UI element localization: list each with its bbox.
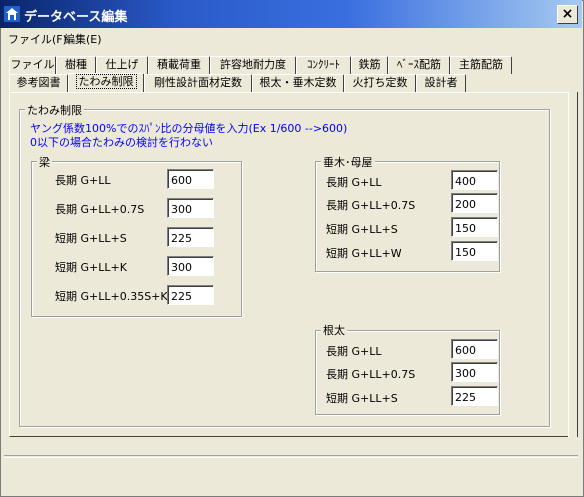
tab-designer[interactable]: 設計者	[416, 74, 466, 92]
tab-concrete[interactable]: ｺﾝｸﾘｰﾄ	[296, 56, 351, 74]
tab-brace-constants[interactable]: 火打ち定数	[344, 74, 416, 92]
tab-label: ﾍﾞｰｽ配筋	[397, 58, 441, 71]
status-separator	[4, 455, 578, 458]
rafter-row-label: 長期 G+LL	[326, 176, 382, 189]
deflection-group-title: たわみ制限	[25, 102, 84, 118]
tab-bearing-capacity[interactable]: 許容地耐力度	[210, 56, 296, 74]
beam-short-g-ll-s-input[interactable]	[167, 227, 214, 247]
tab-label: 設計者	[424, 76, 458, 89]
joist-row-label: 長期 G+LL+0.7S	[326, 368, 416, 381]
tab-label: ｺﾝｸﾘｰﾄ	[307, 58, 340, 71]
beam-row-label: 短期 G+LL+S	[55, 232, 127, 245]
beam-row-label: 短期 G+LL+0.35S+K	[55, 290, 168, 303]
app-house-icon	[4, 6, 20, 22]
rafter-long-g-ll-input[interactable]	[451, 170, 498, 190]
joist-row-label: 長期 G+LL	[326, 345, 382, 358]
tab-label: 根太・垂木定数	[259, 76, 337, 89]
tab-references[interactable]: 参考図書	[9, 74, 68, 92]
close-button[interactable]: ×	[557, 5, 578, 24]
joist-group-title: 根太	[321, 322, 347, 338]
joist-long-g-ll-07s-input[interactable]	[451, 362, 498, 382]
tab-file[interactable]: ファイル	[9, 56, 56, 74]
joist-row-label: 短期 G+LL+S	[326, 392, 398, 405]
rafter-row-label: 長期 G+LL+0.7S	[326, 199, 416, 212]
tab-joist-constants[interactable]: 根太・垂木定数	[252, 74, 344, 92]
panel-edge	[568, 92, 578, 437]
beam-long-g-ll-07s-input[interactable]	[167, 198, 214, 218]
menu-file[interactable]: ファイル(F)	[8, 31, 67, 47]
tab-label: 積載荷重	[157, 58, 201, 71]
rafter-row-label: 短期 G+LL+S	[326, 223, 398, 236]
tab-finish[interactable]: 仕上げ	[96, 56, 148, 74]
beam-group-title: 梁	[37, 154, 52, 170]
tab-species[interactable]: 樹種	[56, 56, 96, 74]
rafter-group-title: 垂木･母屋	[321, 154, 375, 170]
tab-deflection[interactable]: たわみ制限	[68, 73, 144, 93]
tab-label: 鉄筋	[358, 58, 381, 71]
menu-bar: ファイル(F) 編集(E)	[0, 28, 582, 48]
joist-long-g-ll-input[interactable]	[451, 339, 498, 359]
tab-label: 剛性設計面材定数	[154, 76, 242, 89]
tab-label: 樹種	[65, 58, 87, 71]
menu-edit[interactable]: 編集(E)	[64, 31, 102, 47]
tab-label: 火打ち定数	[352, 76, 408, 89]
beam-row-label: 短期 G+LL+K	[55, 261, 127, 274]
window-title: データベース編集	[24, 10, 128, 25]
rafter-short-g-ll-s-input[interactable]	[451, 217, 498, 237]
beam-short-g-ll-k-input[interactable]	[167, 256, 214, 276]
tab-label: 仕上げ	[105, 58, 139, 71]
beam-long-g-ll-input[interactable]	[167, 169, 214, 189]
tab-rebar[interactable]: 鉄筋	[351, 56, 388, 74]
tab-main-rebar[interactable]: 主筋配筋	[450, 56, 512, 74]
tab-rigidity[interactable]: 剛性設計面材定数	[144, 74, 252, 92]
rafter-row-label: 短期 G+LL+W	[326, 247, 402, 260]
rafter-long-g-ll-07s-input[interactable]	[451, 193, 498, 213]
tab-label: 許容地耐力度	[220, 58, 286, 71]
title-bar[interactable]: データベース編集 ×	[0, 0, 582, 28]
tab-label: たわみ制限	[75, 74, 137, 89]
joist-short-g-ll-s-input[interactable]	[451, 386, 498, 406]
beam-short-g-ll-035s-k-input[interactable]	[167, 285, 214, 305]
rafter-short-g-ll-w-input[interactable]	[451, 241, 498, 261]
tab-base-rebar[interactable]: ﾍﾞｰｽ配筋	[388, 56, 450, 74]
tab-label: 参考図書	[16, 76, 61, 89]
beam-row-label: 長期 G+LL+0.7S	[55, 203, 145, 216]
tab-label: ファイル	[10, 58, 55, 71]
beam-row-label: 長期 G+LL	[55, 174, 111, 187]
instruction-note-2: 0以下の場合たわみの検討を行わない	[30, 136, 213, 149]
tab-live-load[interactable]: 積載荷重	[148, 56, 210, 74]
tab-label: 主筋配筋	[459, 58, 503, 71]
